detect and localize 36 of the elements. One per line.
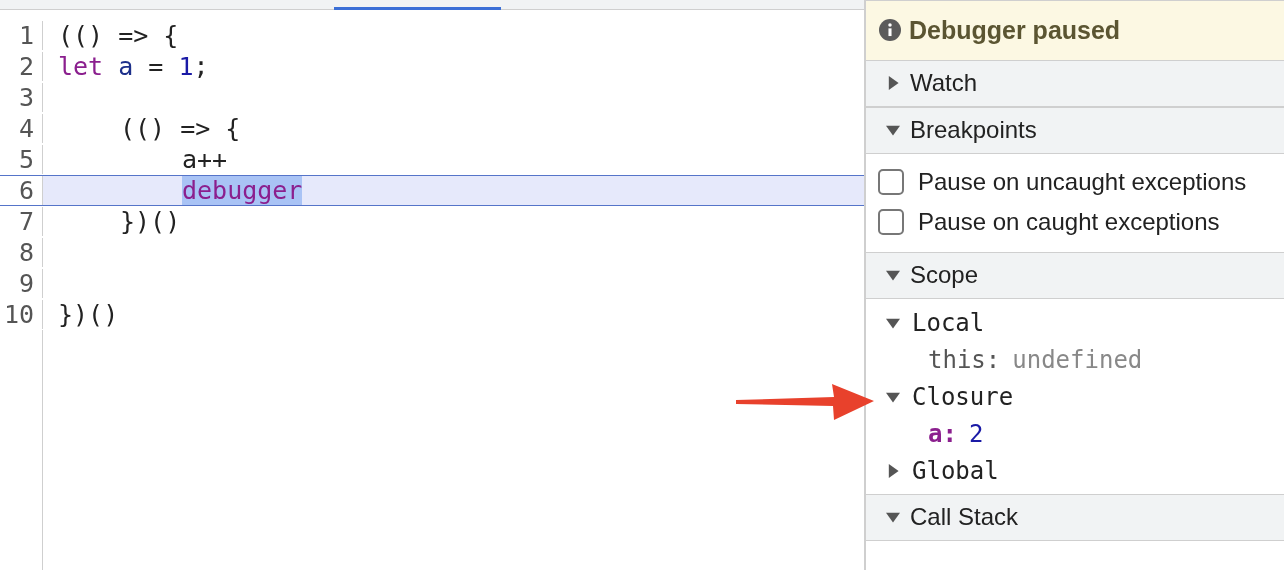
code-token: ;: [193, 52, 209, 81]
checkbox-option[interactable]: Pause on uncaught exceptions: [878, 161, 1284, 202]
line-number: 6: [0, 176, 43, 205]
expand-triangle-icon: [886, 76, 900, 91]
scope-node[interactable]: Local: [880, 304, 1284, 342]
expand-triangle-icon: [886, 268, 900, 283]
property-value: 2: [968, 420, 984, 449]
expand-triangle-icon: [886, 390, 900, 405]
property-name: this:: [928, 346, 1001, 375]
checkbox-option[interactable]: Pause on caught exceptions: [878, 201, 1284, 242]
code-token: 1: [178, 52, 194, 81]
checkbox[interactable]: [878, 168, 904, 195]
code-token: a: [117, 52, 134, 81]
code-token: debugger: [182, 176, 303, 205]
banner-text: Debugger paused: [909, 15, 1121, 45]
section-header[interactable]: Call Stack: [866, 493, 1284, 541]
code-token: })(): [58, 300, 119, 329]
property-value: undefined: [1012, 346, 1143, 375]
section-header[interactable]: Breakpoints: [866, 106, 1284, 154]
info-icon: [879, 19, 901, 42]
code-token: a++: [182, 145, 228, 174]
section-header[interactable]: Watch: [866, 59, 1284, 107]
code-token: let: [58, 52, 104, 81]
section-header[interactable]: Scope: [866, 251, 1284, 299]
code-token: (() => {: [58, 21, 179, 50]
expand-triangle-icon: [886, 464, 900, 479]
scope-node[interactable]: Global: [880, 452, 1284, 490]
scope-node[interactable]: Closure: [880, 378, 1284, 416]
expand-triangle-icon: [886, 123, 900, 138]
code-token: =: [147, 52, 165, 81]
property-name: a:: [928, 420, 957, 449]
code-token: })(): [120, 207, 181, 236]
expand-triangle-icon: [886, 510, 900, 525]
code-token: (() => {: [120, 114, 241, 143]
expand-triangle-icon: [886, 316, 900, 331]
checkbox[interactable]: [878, 208, 904, 235]
